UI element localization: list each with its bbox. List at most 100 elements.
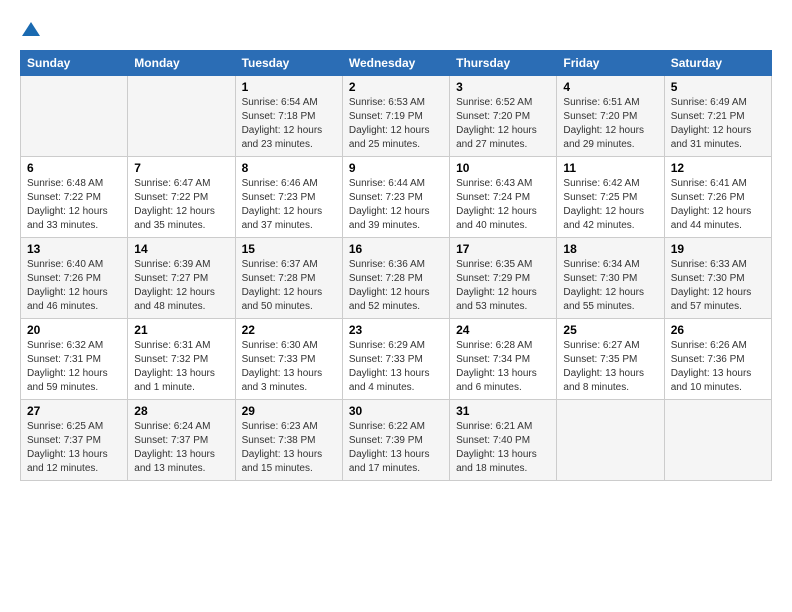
calendar-cell: 23 Sunrise: 6:29 AM Sunset: 7:33 PM Dayli… [342, 319, 449, 400]
calendar-cell: 24Sunrise: 6:28 AM Sunset: 7:34 PM Dayli… [450, 319, 557, 400]
day-number: 6 [27, 161, 121, 175]
calendar-cell: 5 Sunrise: 6:49 AM Sunset: 7:21 PM Daylig… [664, 76, 771, 157]
day-info: Sunrise: 6:37 AM Sunset: 7:28 PM Dayligh… [242, 258, 336, 314]
day-info: Sunrise: 6:43 AM Sunset: 7:24 PM Dayligh… [456, 177, 550, 233]
calendar-cell: 10Sunrise: 6:43 AM Sunset: 7:24 PM Dayli… [450, 157, 557, 238]
day-number: 3 [456, 80, 550, 94]
day-number: 23 [349, 323, 443, 337]
day-info: Sunrise: 6:52 AM Sunset: 7:20 PM Dayligh… [456, 96, 550, 152]
calendar-cell: 6 Sunrise: 6:48 AM Sunset: 7:22 PM Daylig… [21, 157, 128, 238]
day-info: Sunrise: 6:48 AM Sunset: 7:22 PM Dayligh… [27, 177, 121, 233]
day-number: 27 [27, 404, 121, 418]
calendar-cell: 2Sunrise: 6:53 AM Sunset: 7:19 PM Daylig… [342, 76, 449, 157]
day-number: 29 [242, 404, 336, 418]
day-info: Sunrise: 6:40 AM Sunset: 7:26 PM Dayligh… [27, 258, 121, 314]
day-info: Sunrise: 6:30 AM Sunset: 7:33 PM Dayligh… [242, 339, 336, 395]
day-number: 13 [27, 242, 121, 256]
day-info: Sunrise: 6:25 AM Sunset: 7:37 PM Dayligh… [27, 420, 121, 476]
day-info: Sunrise: 6:44 AM Sunset: 7:23 PM Dayligh… [349, 177, 443, 233]
calendar-cell: 3 Sunrise: 6:52 AM Sunset: 7:20 PM Daylig… [450, 76, 557, 157]
calendar-week-row: 27 Sunrise: 6:25 AM Sunset: 7:37 PM Dayli… [21, 400, 772, 481]
day-info: Sunrise: 6:54 AM Sunset: 7:18 PM Dayligh… [242, 96, 336, 152]
day-number: 5 [671, 80, 765, 94]
calendar-week-row: 20Sunrise: 6:32 AM Sunset: 7:31 PM Dayli… [21, 319, 772, 400]
day-info: Sunrise: 6:39 AM Sunset: 7:27 PM Dayligh… [134, 258, 228, 314]
day-number: 26 [671, 323, 765, 337]
day-number: 1 [242, 80, 336, 94]
day-info: Sunrise: 6:46 AM Sunset: 7:23 PM Dayligh… [242, 177, 336, 233]
calendar-cell: 19Sunrise: 6:33 AM Sunset: 7:30 PM Dayli… [664, 238, 771, 319]
day-info: Sunrise: 6:47 AM Sunset: 7:22 PM Dayligh… [134, 177, 228, 233]
calendar-cell: 27 Sunrise: 6:25 AM Sunset: 7:37 PM Dayli… [21, 400, 128, 481]
day-info: Sunrise: 6:36 AM Sunset: 7:28 PM Dayligh… [349, 258, 443, 314]
day-info: Sunrise: 6:35 AM Sunset: 7:29 PM Dayligh… [456, 258, 550, 314]
day-info: Sunrise: 6:22 AM Sunset: 7:39 PM Dayligh… [349, 420, 443, 476]
calendar-cell: 11Sunrise: 6:42 AM Sunset: 7:25 PM Dayli… [557, 157, 664, 238]
day-info: Sunrise: 6:51 AM Sunset: 7:20 PM Dayligh… [563, 96, 657, 152]
calendar-cell: 17 Sunrise: 6:35 AM Sunset: 7:29 PM Dayli… [450, 238, 557, 319]
day-number: 25 [563, 323, 657, 337]
day-number: 19 [671, 242, 765, 256]
calendar-table: SundayMondayTuesdayWednesdayThursdayFrid… [20, 50, 772, 481]
day-number: 8 [242, 161, 336, 175]
day-number: 7 [134, 161, 228, 175]
column-header-monday: Monday [128, 51, 235, 76]
day-info: Sunrise: 6:42 AM Sunset: 7:25 PM Dayligh… [563, 177, 657, 233]
calendar-week-row: 6 Sunrise: 6:48 AM Sunset: 7:22 PM Daylig… [21, 157, 772, 238]
day-number: 15 [242, 242, 336, 256]
day-number: 14 [134, 242, 228, 256]
calendar-cell: 30 Sunrise: 6:22 AM Sunset: 7:39 PM Dayli… [342, 400, 449, 481]
calendar-week-row: 1 Sunrise: 6:54 AM Sunset: 7:18 PM Daylig… [21, 76, 772, 157]
day-number: 31 [456, 404, 550, 418]
day-number: 12 [671, 161, 765, 175]
day-number: 21 [134, 323, 228, 337]
calendar-cell: 13 Sunrise: 6:40 AM Sunset: 7:26 PM Dayli… [21, 238, 128, 319]
calendar-cell: 16Sunrise: 6:36 AM Sunset: 7:28 PM Dayli… [342, 238, 449, 319]
calendar-cell: 7 Sunrise: 6:47 AM Sunset: 7:22 PM Daylig… [128, 157, 235, 238]
day-number: 30 [349, 404, 443, 418]
day-info: Sunrise: 6:49 AM Sunset: 7:21 PM Dayligh… [671, 96, 765, 152]
day-number: 22 [242, 323, 336, 337]
calendar-cell: 12 Sunrise: 6:41 AM Sunset: 7:26 PM Dayli… [664, 157, 771, 238]
day-number: 18 [563, 242, 657, 256]
day-info: Sunrise: 6:24 AM Sunset: 7:37 PM Dayligh… [134, 420, 228, 476]
logo-icon [22, 20, 40, 38]
day-number: 9 [349, 161, 443, 175]
column-header-saturday: Saturday [664, 51, 771, 76]
logo [20, 20, 40, 34]
day-number: 17 [456, 242, 550, 256]
calendar-cell: 9 Sunrise: 6:44 AM Sunset: 7:23 PM Daylig… [342, 157, 449, 238]
calendar-cell: 25Sunrise: 6:27 AM Sunset: 7:35 PM Dayli… [557, 319, 664, 400]
calendar-cell [21, 76, 128, 157]
day-info: Sunrise: 6:34 AM Sunset: 7:30 PM Dayligh… [563, 258, 657, 314]
page-header [20, 20, 772, 34]
day-info: Sunrise: 6:21 AM Sunset: 7:40 PM Dayligh… [456, 420, 550, 476]
calendar-cell [557, 400, 664, 481]
calendar-cell [664, 400, 771, 481]
calendar-cell: 22 Sunrise: 6:30 AM Sunset: 7:33 PM Dayli… [235, 319, 342, 400]
calendar-cell: 18 Sunrise: 6:34 AM Sunset: 7:30 PM Dayli… [557, 238, 664, 319]
day-number: 2 [349, 80, 443, 94]
calendar-cell: 21 Sunrise: 6:31 AM Sunset: 7:32 PM Dayli… [128, 319, 235, 400]
calendar-cell: 15 Sunrise: 6:37 AM Sunset: 7:28 PM Dayli… [235, 238, 342, 319]
calendar-cell: 4Sunrise: 6:51 AM Sunset: 7:20 PM Daylig… [557, 76, 664, 157]
calendar-cell [128, 76, 235, 157]
calendar-cell: 28Sunrise: 6:24 AM Sunset: 7:37 PM Dayli… [128, 400, 235, 481]
calendar-cell: 8 Sunrise: 6:46 AM Sunset: 7:23 PM Daylig… [235, 157, 342, 238]
day-info: Sunrise: 6:28 AM Sunset: 7:34 PM Dayligh… [456, 339, 550, 395]
day-info: Sunrise: 6:26 AM Sunset: 7:36 PM Dayligh… [671, 339, 765, 395]
day-info: Sunrise: 6:32 AM Sunset: 7:31 PM Dayligh… [27, 339, 121, 395]
column-header-thursday: Thursday [450, 51, 557, 76]
calendar-cell: 29 Sunrise: 6:23 AM Sunset: 7:38 PM Dayli… [235, 400, 342, 481]
calendar-week-row: 13 Sunrise: 6:40 AM Sunset: 7:26 PM Dayli… [21, 238, 772, 319]
column-header-wednesday: Wednesday [342, 51, 449, 76]
day-info: Sunrise: 6:31 AM Sunset: 7:32 PM Dayligh… [134, 339, 228, 395]
day-info: Sunrise: 6:23 AM Sunset: 7:38 PM Dayligh… [242, 420, 336, 476]
day-info: Sunrise: 6:29 AM Sunset: 7:33 PM Dayligh… [349, 339, 443, 395]
calendar-header-row: SundayMondayTuesdayWednesdayThursdayFrid… [21, 51, 772, 76]
calendar-cell: 26 Sunrise: 6:26 AM Sunset: 7:36 PM Dayli… [664, 319, 771, 400]
day-info: Sunrise: 6:41 AM Sunset: 7:26 PM Dayligh… [671, 177, 765, 233]
calendar-cell: 1 Sunrise: 6:54 AM Sunset: 7:18 PM Daylig… [235, 76, 342, 157]
calendar-cell: 20Sunrise: 6:32 AM Sunset: 7:31 PM Dayli… [21, 319, 128, 400]
column-header-friday: Friday [557, 51, 664, 76]
